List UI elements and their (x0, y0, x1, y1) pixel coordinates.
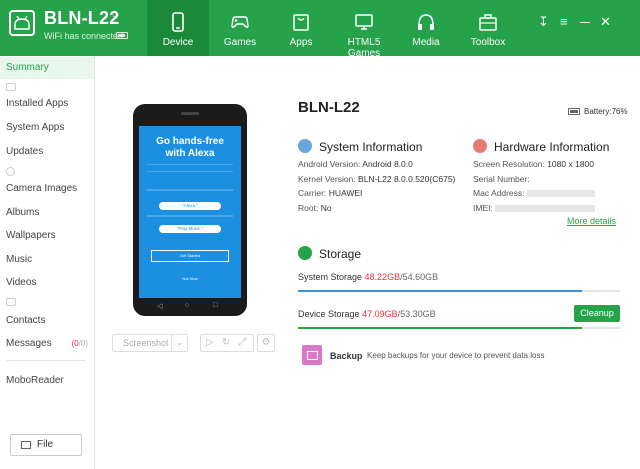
tab-games[interactable]: Games (209, 0, 271, 56)
monitor-icon (355, 14, 373, 30)
battery-icon (568, 108, 580, 115)
backup-icon[interactable] (302, 345, 322, 365)
device-storage: Device Storage 47.09GB/53.30GB (298, 309, 436, 319)
phone-speaker (181, 112, 199, 115)
mac-address: Mac Address: (473, 188, 595, 198)
media-section-icon (6, 167, 15, 176)
storage-title: Storage (319, 247, 362, 261)
play-icon[interactable]: ▷ (206, 337, 214, 348)
apps-section-icon (6, 83, 16, 91)
cleanup-button[interactable]: Cleanup (574, 305, 620, 322)
screen-get-started-button: Get Started (151, 250, 229, 262)
menu-icon[interactable]: ≡ (560, 14, 568, 29)
backup-description: Keep backups for your device to prevent … (367, 351, 545, 360)
hardware-info-icon (473, 139, 487, 153)
system-storage-fill (298, 290, 583, 292)
sidebar-item-messages[interactable]: Messages (0/0) (0, 333, 94, 355)
screen-text-line (147, 215, 233, 217)
minimize-icon[interactable] (580, 22, 590, 23)
screen-headline-1: Go hands-free (156, 136, 224, 147)
system-storage-bar (298, 290, 620, 292)
imei-redacted (495, 205, 596, 213)
root-status: Root: No (298, 203, 332, 213)
bag-icon (293, 14, 309, 31)
screen-text-line (147, 189, 233, 191)
android-version: Android Version: Android 8.0.0 (298, 159, 413, 169)
device-storage-fill (298, 327, 583, 329)
settings-icon[interactable]: ⚙ (257, 334, 275, 352)
phone-preview: Go hands-free with Alexa "Alexa." "Play … (133, 104, 247, 316)
sidebar-item-system-apps[interactable]: System Apps (0, 117, 94, 139)
close-icon[interactable]: ✕ (600, 14, 611, 30)
tab-media[interactable]: Media (397, 0, 455, 56)
screenshot-button[interactable]: Screenshot ⌄ (112, 334, 188, 352)
sidebar-item-camera-images[interactable]: Camera Images (0, 178, 94, 200)
connection-status: WiFi has connected (44, 31, 124, 41)
system-info-icon (298, 139, 312, 153)
serial-number: Serial Number: (473, 174, 530, 184)
mac-address-redacted (526, 190, 595, 198)
screen-controls: ▷ ↻ ⤢ (200, 334, 254, 352)
sidebar: Summary Installed Apps System Apps Updat… (0, 56, 95, 469)
device-dropdown-chevron-icon[interactable]: ⌄ (111, 10, 119, 21)
phone-screen: Go hands-free with Alexa "Alexa." "Play … (139, 126, 241, 298)
tab-apps[interactable]: Apps (271, 0, 331, 56)
sidebar-divider (6, 360, 86, 361)
kernel-version: Kernel Version: BLN-L22 8.0.0.520(C675) (298, 174, 456, 184)
screenshot-dropdown-chevron-icon[interactable]: ⌄ (171, 335, 187, 351)
device-model: BLN-L22 (298, 99, 360, 116)
sidebar-item-videos[interactable]: Videos (0, 272, 94, 294)
download-icon[interactable]: ↧ (538, 14, 549, 30)
top-bar: BLN-L22 ⌄ WiFi has connected Device Game… (0, 0, 640, 59)
header-battery-icon (116, 32, 128, 39)
phone-icon (172, 12, 184, 32)
more-details-link[interactable]: More details (567, 216, 616, 226)
toolbox-icon (479, 14, 497, 31)
system-info-title: System Information (319, 140, 423, 154)
device-storage-bar (298, 327, 620, 329)
recent-nav-icon: □ (213, 302, 218, 309)
file-button[interactable]: File (10, 434, 82, 456)
app-logo-icon (9, 10, 35, 36)
imei: IMEI: (473, 203, 596, 213)
screen-text-block (147, 164, 233, 172)
hardware-info-title: Hardware Information (494, 140, 610, 154)
tab-device[interactable]: Device (147, 0, 209, 56)
sidebar-item-albums[interactable]: Albums (0, 202, 94, 224)
screen-resolution: Screen Resolution: 1080 x 1800 (473, 159, 594, 169)
home-nav-icon: ○ (185, 302, 190, 309)
carrier: Carrier: HUAWEI (298, 188, 363, 198)
screen-prompt-1: "Alexa." (159, 202, 221, 210)
screen-not-now: Not Now (182, 276, 198, 281)
device-name[interactable]: BLN-L22 (44, 8, 119, 29)
battery-level: Battery:76% (584, 107, 628, 116)
sidebar-item-wallpapers[interactable]: Wallpapers (0, 225, 94, 247)
sidebar-item-music[interactable]: Music (0, 249, 94, 271)
tab-html5-games[interactable]: HTML5 Games (331, 0, 397, 59)
sidebar-item-updates[interactable]: Updates (0, 141, 94, 163)
sidebar-item-moboreader[interactable]: MoboReader (0, 370, 94, 392)
tab-toolbox[interactable]: Toolbox (457, 0, 519, 56)
back-nav-icon: ◁ (157, 303, 163, 310)
folder-icon (21, 441, 31, 449)
gamepad-icon (231, 16, 249, 29)
screen-prompt-2: "Play Music." (159, 225, 221, 233)
sidebar-item-installed-apps[interactable]: Installed Apps (0, 93, 94, 115)
system-storage: System Storage 48.22GB/54.60GB (298, 272, 439, 282)
messages-count-badge: (0/0) (71, 339, 88, 348)
fullscreen-icon[interactable]: ⤢ (238, 337, 246, 348)
refresh-icon[interactable]: ↻ (222, 337, 230, 348)
screen-headline-2: with Alexa (165, 148, 215, 159)
headphones-icon (418, 14, 434, 30)
storage-icon (298, 246, 312, 260)
sidebar-item-summary[interactable]: Summary (0, 57, 94, 79)
sidebar-item-contacts[interactable]: Contacts (0, 310, 94, 332)
backup-title[interactable]: Backup (330, 351, 363, 361)
messages-section-icon (6, 298, 16, 306)
